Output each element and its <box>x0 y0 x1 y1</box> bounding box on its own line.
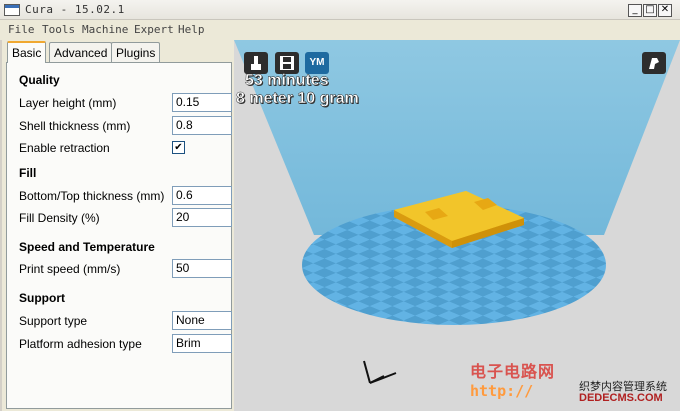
youmagine-button[interactable]: YM <box>305 52 329 74</box>
support-type-select[interactable]: None <box>172 311 232 330</box>
load-icon <box>251 56 261 70</box>
menu-expert[interactable]: Expert <box>134 23 174 36</box>
menu-tools[interactable]: Tools <box>42 23 75 36</box>
watermark-site-name: 电子电路网 <box>470 364 556 381</box>
watermark-url: http:// <box>470 382 534 400</box>
fill-density-input[interactable]: 20 <box>172 208 232 227</box>
platform-adhesion-select[interactable]: Brim <box>172 334 232 353</box>
support-type-label: Support type <box>19 314 88 328</box>
load-model-button[interactable] <box>244 52 268 74</box>
section-speed: Speed and Temperature <box>19 240 155 254</box>
menu-machine[interactable]: Machine <box>82 23 128 36</box>
3d-viewport[interactable]: YM 53 minutes 8 meter 10 gram 电子电路网 http… <box>234 40 680 411</box>
youmagine-icon: YM <box>309 57 325 68</box>
menu-bar: File Tools Machine Expert Help <box>0 20 680 40</box>
settings-panel: Basic Advanced Plugins Quality Layer hei… <box>2 40 234 411</box>
section-support: Support <box>19 291 65 305</box>
enable-retraction-checkbox[interactable]: ✔ <box>172 141 185 154</box>
bottom-top-thickness-input[interactable]: 0.6 <box>172 186 232 205</box>
bottom-top-thickness-label: Bottom/Top thickness (mm) <box>19 189 165 203</box>
minimize-button[interactable]: _ <box>628 4 642 17</box>
view-mode-icon <box>649 58 659 69</box>
print-speed-input[interactable]: 50 <box>172 259 232 278</box>
tab-advanced[interactable]: Advanced <box>49 42 113 62</box>
watermark-cms-domain: DEDECMS.COM <box>579 392 663 404</box>
material-usage: 8 meter 10 gram <box>236 90 359 107</box>
layer-height-label: Layer height (mm) <box>19 96 117 110</box>
section-fill: Fill <box>19 166 37 180</box>
tab-basic[interactable]: Basic <box>7 41 47 63</box>
maximize-button[interactable]: □ <box>643 4 657 17</box>
window-title: Cura - 15.02.1 <box>25 3 125 16</box>
shell-thickness-input[interactable]: 0.8 <box>172 116 232 135</box>
platform-adhesion-label: Platform adhesion type <box>19 337 142 351</box>
shell-thickness-label: Shell thickness (mm) <box>19 119 131 133</box>
section-quality: Quality <box>19 73 60 87</box>
view-mode-button[interactable] <box>642 52 666 74</box>
layer-height-input[interactable]: 0.15 <box>172 93 232 112</box>
print-speed-label: Print speed (mm/s) <box>19 262 121 276</box>
enable-retraction-label: Enable retraction <box>19 141 110 155</box>
tab-plugins[interactable]: Plugins <box>111 42 161 62</box>
menu-help[interactable]: Help <box>178 23 205 36</box>
menu-file[interactable]: File <box>8 23 35 36</box>
app-icon <box>4 4 20 16</box>
save-icon <box>280 56 294 70</box>
print-time: 53 minutes <box>245 72 329 89</box>
fill-density-label: Fill Density (%) <box>19 211 100 225</box>
title-bar: Cura - 15.02.1 _ □ ✕ <box>0 0 680 20</box>
save-gcode-button[interactable] <box>275 52 299 74</box>
basic-settings: Quality Layer height (mm) 0.15 Shell thi… <box>6 62 232 409</box>
close-button[interactable]: ✕ <box>658 4 672 17</box>
